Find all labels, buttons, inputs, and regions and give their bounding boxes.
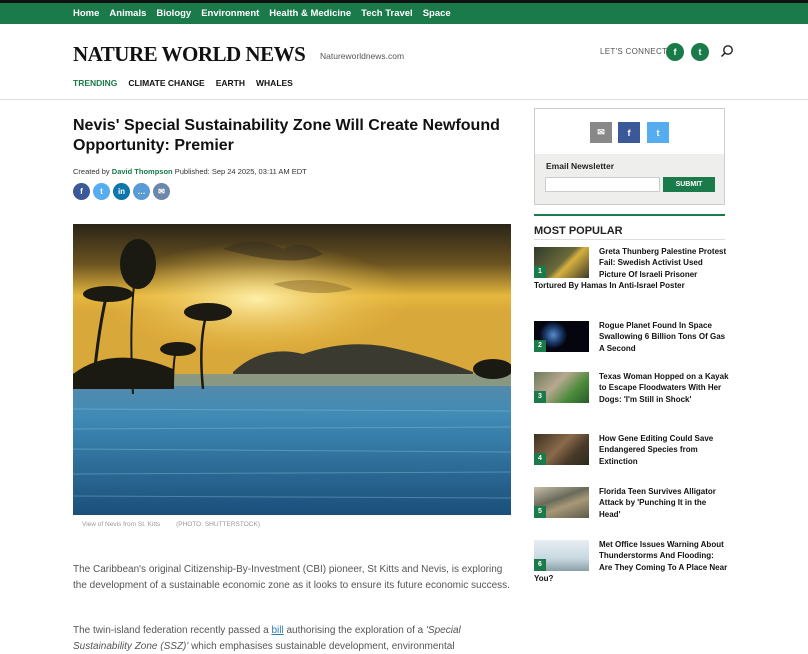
newsletter-submit-button[interactable]: SUBMIT <box>663 177 715 192</box>
popular-thumbnail: 2 <box>534 321 589 352</box>
topic-whales[interactable]: WHALES <box>256 78 293 88</box>
site-logo[interactable]: NATURE WORLD NEWS <box>73 42 306 67</box>
newsletter-email-input[interactable] <box>545 177 660 192</box>
popular-item[interactable]: 1 Greta Thunberg Palestine Protest Fail:… <box>534 246 729 291</box>
popular-rank: 3 <box>534 391 546 403</box>
popular-thumbnail: 5 <box>534 487 589 518</box>
connect-label: LET'S CONNECT <box>600 47 668 56</box>
main-nav: Home Animals Biology Environment Health … <box>0 3 808 24</box>
popular-item[interactable]: 5 Florida Teen Survives Alligator Attack… <box>534 486 729 520</box>
share-linkedin-icon[interactable]: in <box>113 183 130 200</box>
popular-rank: 2 <box>534 340 546 352</box>
popular-thumbnail: 1 <box>534 247 589 278</box>
share-twitter-icon[interactable]: t <box>93 183 110 200</box>
site-domain: Natureworldnews.com <box>320 51 405 61</box>
share-email-icon[interactable]: ✉ <box>153 183 170 200</box>
popular-title: Rogue Planet Found In Space Swallowing 6… <box>599 321 726 353</box>
divider <box>534 239 725 240</box>
popular-title: How Gene Editing Could Save Endangered S… <box>599 434 714 466</box>
popular-thumbnail: 6 <box>534 540 589 571</box>
share-comment-icon[interactable]: … <box>133 183 150 200</box>
nav-space[interactable]: Space <box>423 8 451 19</box>
popular-item[interactable]: 3 Texas Woman Hopped on a Kayak to Escap… <box>534 371 729 405</box>
bill-link[interactable]: bill <box>271 625 283 636</box>
popular-title: Florida Teen Survives Alligator Attack b… <box>599 487 716 519</box>
popular-item[interactable]: 2 Rogue Planet Found In Space Swallowing… <box>534 320 729 354</box>
popular-title: Texas Woman Hopped on a Kayak to Escape … <box>599 372 729 404</box>
caption-text: View of Nevis from St. Kitts <box>82 521 161 528</box>
author-link[interactable]: David Thompson <box>112 167 173 176</box>
image-caption: View of Nevis from St. Kitts (PHOTO: SHU… <box>82 521 260 528</box>
popular-rank: 6 <box>534 559 546 571</box>
site-header: NATURE WORLD NEWS Natureworldnews.com LE… <box>0 24 808 100</box>
para2-text-end: which emphasises sustainable development… <box>188 640 455 652</box>
search-icon[interactable] <box>720 44 734 58</box>
topic-trending[interactable]: TRENDING <box>73 78 117 88</box>
published-date: Published: Sep 24 2025, 03:11 AM EDT <box>174 167 307 176</box>
para2-text-mid: authorising the exploration of a <box>283 625 427 636</box>
popular-rank: 5 <box>534 506 546 518</box>
nav-animals[interactable]: Animals <box>109 8 146 19</box>
nav-environment[interactable]: Environment <box>201 8 259 19</box>
newsletter-box: ✉ f t Email Newsletter SUBMIT <box>534 108 725 205</box>
byline: Created by David Thompson Published: Sep… <box>73 167 307 176</box>
header-facebook-icon[interactable]: f <box>666 43 684 61</box>
created-by-label: Created by <box>73 167 110 176</box>
popular-item[interactable]: 4 How Gene Editing Could Save Endangered… <box>534 433 729 467</box>
newsletter-social: ✉ f t <box>535 109 724 154</box>
popular-item[interactable]: 6 Met Office Issues Warning About Thunde… <box>534 539 729 584</box>
header-twitter-icon[interactable]: t <box>691 43 709 61</box>
share-facebook-icon[interactable]: f <box>73 183 90 200</box>
topic-earth[interactable]: EARTH <box>216 78 245 88</box>
popular-thumbnail: 4 <box>534 434 589 465</box>
topic-nav: TRENDING CLIMATE CHANGE EARTH WHALES <box>73 78 293 88</box>
nav-health-medicine[interactable]: Health & Medicine <box>269 8 351 19</box>
newsletter-label: Email Newsletter <box>546 161 615 171</box>
article-paragraph-1: The Caribbean's original Citizenship-By-… <box>73 564 510 591</box>
article-paragraph-2: The twin-island federation recently pass… <box>73 623 513 654</box>
nav-tech-travel[interactable]: Tech Travel <box>361 8 413 19</box>
nav-biology[interactable]: Biology <box>156 8 191 19</box>
nav-home[interactable]: Home <box>73 8 99 19</box>
photo-credit: (PHOTO: SHUTTERSTOCK) <box>176 521 260 528</box>
popular-rank: 1 <box>534 266 546 278</box>
newsletter-email-icon[interactable]: ✉ <box>590 122 612 143</box>
para2-text-start: The twin-island federation recently pass… <box>73 625 272 636</box>
hero-image <box>73 224 511 515</box>
topic-climate-change[interactable]: CLIMATE CHANGE <box>128 78 204 88</box>
most-popular-heading: MOST POPULAR <box>534 214 725 237</box>
newsletter-twitter-icon[interactable]: t <box>647 122 669 143</box>
article-title: Nevis' Special Sustainability Zone Will … <box>73 117 500 154</box>
popular-rank: 4 <box>534 453 546 465</box>
popular-thumbnail: 3 <box>534 372 589 403</box>
share-bar: f t in … ✉ <box>73 183 170 200</box>
newsletter-facebook-icon[interactable]: f <box>618 122 640 143</box>
